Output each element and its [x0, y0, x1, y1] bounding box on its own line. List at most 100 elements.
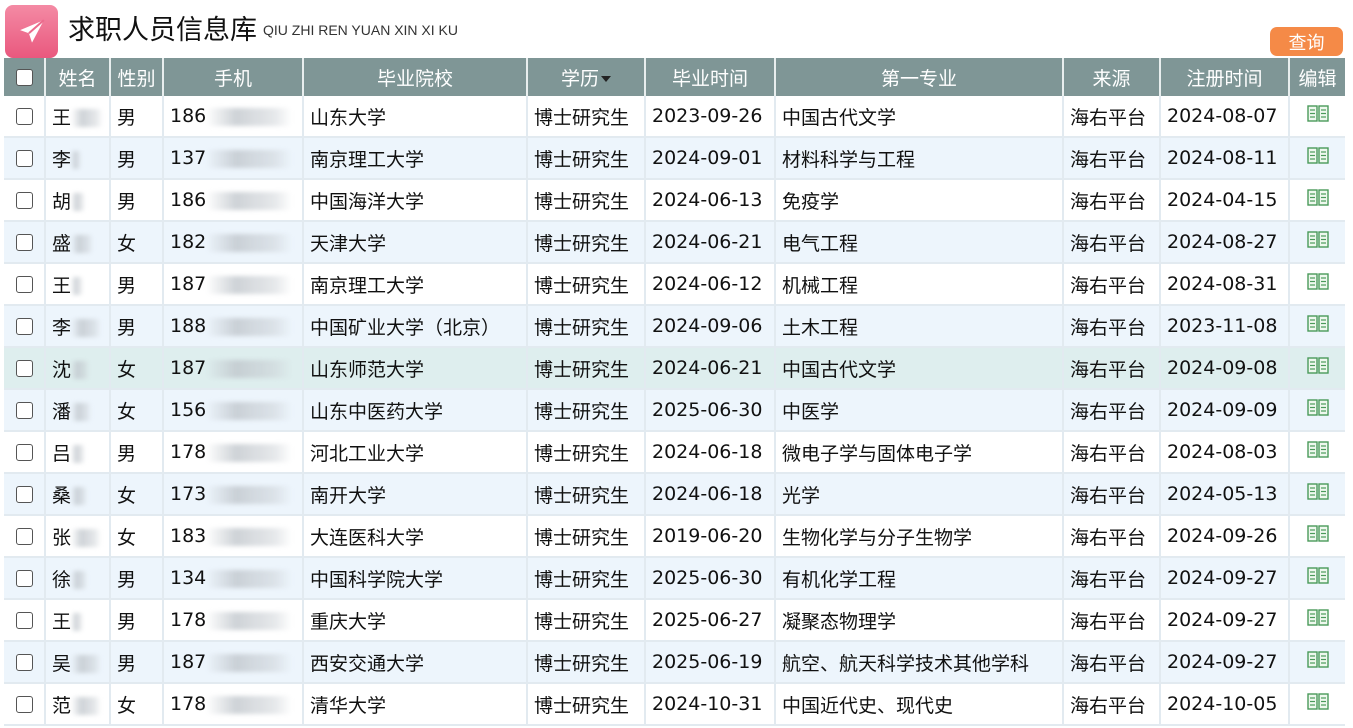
table-row[interactable]: 吴 男 187 西安交通大学 博士研究生 2025-06-19 航空、航天科学技术其他学科海…: [4, 642, 1345, 684]
reg-date-cell: 2024-08-07: [1161, 96, 1290, 138]
table-row[interactable]: 张 女 183 大连医科大学 博士研究生 2019-06-20 生物化学与分子生物学 海右平台…: [4, 516, 1345, 558]
phone-cell: 187: [164, 348, 304, 390]
phone-cell: 188: [164, 306, 304, 348]
table-row[interactable]: 桑 女 173 南开大学 博士研究生 2024-06-18 光学 海右平台 2024-05-13: [4, 474, 1345, 516]
degree-cell: 博士研究生: [528, 264, 646, 306]
grad-date-cell: 2025-06-27: [646, 600, 776, 642]
major-cell: 光学: [776, 474, 1064, 516]
name-cell: 李: [46, 306, 111, 348]
grad-date-cell: 2024-06-13: [646, 180, 776, 222]
book-icon[interactable]: [1306, 441, 1329, 463]
gender-cell: 男: [111, 306, 164, 348]
edit-cell: [1290, 390, 1345, 432]
school-cell: 南开大学: [304, 474, 528, 516]
row-checkbox[interactable]: [15, 486, 33, 503]
edit-cell: [1290, 138, 1345, 180]
row-checkbox[interactable]: [15, 276, 33, 293]
table-row[interactable]: 胡 男 186 中国海洋大学 博士研究生 2024-06-13 免疫学 海右平台 2024-04…: [4, 180, 1345, 222]
book-icon[interactable]: [1306, 525, 1329, 547]
column-header-gender[interactable]: 性别: [111, 58, 164, 96]
degree-cell: 博士研究生: [528, 306, 646, 348]
name-text: 吕: [52, 442, 72, 465]
name-cell: 张: [46, 516, 111, 558]
column-header-name[interactable]: 姓名: [46, 58, 111, 96]
degree-cell: 博士研究生: [528, 138, 646, 180]
table-body: 王男 186 山东大学 博士研究生 2023-09-26 中国古代文学 海右平台 2024-0…: [4, 96, 1345, 726]
book-icon[interactable]: [1306, 609, 1329, 631]
row-checkbox[interactable]: [15, 696, 33, 713]
redacted-name: [71, 361, 90, 379]
table-row[interactable]: 李 男 188 中国矿业大学（北京） 博士研究生 2024-09-06 土木工程 海右平台 20…: [4, 306, 1345, 348]
table-row[interactable]: 李 男 137 南京理工大学 博士研究生 2024-09-01 材料科学与工程 海右平台 202…: [4, 138, 1345, 180]
row-checkbox[interactable]: [15, 150, 33, 167]
row-select-cell: [4, 684, 46, 726]
source-cell: 海右平台: [1064, 264, 1161, 306]
row-checkbox[interactable]: [15, 612, 33, 629]
book-icon[interactable]: [1306, 651, 1329, 673]
table-row[interactable]: 徐 男 134 中国科学院大学 博士研究生 2025-06-30 有机化学工程 海右平台 202…: [4, 558, 1345, 600]
reg-date-cell: 2024-09-08: [1161, 348, 1290, 390]
book-icon[interactable]: [1306, 147, 1329, 169]
redacted-name: [71, 655, 102, 673]
book-icon[interactable]: [1306, 231, 1329, 253]
name-cell: 王: [46, 264, 111, 306]
table-row[interactable]: 王 男 186 山东大学 博士研究生 2023-09-26 中国古代文学 海右平台 2024-0…: [4, 96, 1345, 138]
column-header-degree[interactable]: 学历: [528, 58, 646, 96]
table-row[interactable]: 盛 女 182 天津大学 博士研究生 2024-06-21 电气工程 海右平台 2024-08-…: [4, 222, 1345, 264]
row-checkbox[interactable]: [15, 192, 33, 209]
phone-cell: 173: [164, 474, 304, 516]
page-subtitle: QIU ZHI REN YUAN XIN XI KU: [263, 22, 458, 38]
query-button[interactable]: 查询: [1270, 27, 1343, 56]
book-icon[interactable]: [1306, 357, 1329, 379]
phone-text: 156: [170, 399, 207, 421]
phone-text: 183: [170, 525, 207, 547]
column-header-phone[interactable]: 手机: [164, 58, 304, 96]
table-row[interactable]: 王 男 178 重庆大学 博士研究生 2025-06-27 凝聚态物理学 海右平台 2024-0…: [4, 600, 1345, 642]
gender-cell: 女: [111, 390, 164, 432]
name-text: 王: [52, 274, 72, 297]
table-row[interactable]: 范 女 178 清华大学 博士研究生 2024-10-31 中国近代史、现代史 海右平台 202…: [4, 684, 1345, 726]
table-row[interactable]: 潘 女 156 山东中医药大学 博士研究生 2025-06-30 中医学 海右平台 2024-0…: [4, 390, 1345, 432]
reg-date-cell: 2024-08-27: [1161, 222, 1290, 264]
column-header-grad-date[interactable]: 毕业时间: [646, 58, 776, 96]
edit-cell: [1290, 348, 1345, 390]
row-select-cell: [4, 558, 46, 600]
name-text: 桑: [52, 484, 72, 507]
column-header-major[interactable]: 第一专业: [776, 58, 1064, 96]
book-icon[interactable]: [1306, 105, 1329, 127]
book-icon[interactable]: [1306, 189, 1329, 211]
row-checkbox[interactable]: [15, 654, 33, 671]
edit-cell: [1290, 516, 1345, 558]
table-row[interactable]: 吕 男 178 河北工业大学 博士研究生 2024-06-18 微电子学与固体电子学 海右平台…: [4, 432, 1345, 474]
grad-date-cell: 2024-09-01: [646, 138, 776, 180]
table-row[interactable]: 沈 女 187 山东师范大学 博士研究生 2024-06-21 中国古代文学 海右平台 2024…: [4, 348, 1345, 390]
row-checkbox[interactable]: [15, 360, 33, 377]
row-checkbox[interactable]: [15, 570, 33, 587]
book-icon[interactable]: [1306, 399, 1329, 421]
row-select-cell: [4, 96, 46, 138]
column-header-source[interactable]: 来源: [1064, 58, 1161, 96]
reg-date-cell: 2024-08-11: [1161, 138, 1290, 180]
source-cell: 海右平台: [1064, 306, 1161, 348]
source-cell: 海右平台: [1064, 222, 1161, 264]
book-icon[interactable]: [1306, 567, 1329, 589]
caret-down-icon[interactable]: [601, 76, 611, 82]
row-checkbox[interactable]: [15, 318, 33, 335]
book-icon[interactable]: [1306, 483, 1329, 505]
column-header-school[interactable]: 毕业院校: [304, 58, 528, 96]
reg-date-cell: 2024-08-31: [1161, 264, 1290, 306]
select-all-checkbox[interactable]: [15, 69, 33, 86]
table-row[interactable]: 王 男 187 南京理工大学 博士研究生 2024-06-12 机械工程 海右平台 2024-0…: [4, 264, 1345, 306]
book-icon[interactable]: [1306, 315, 1329, 337]
row-checkbox[interactable]: [15, 108, 33, 125]
degree-cell: 博士研究生: [528, 642, 646, 684]
reg-date-cell: 2024-04-15: [1161, 180, 1290, 222]
column-header-reg-date[interactable]: 注册时间: [1161, 58, 1290, 96]
row-checkbox[interactable]: [15, 402, 33, 419]
book-icon[interactable]: [1306, 693, 1329, 715]
row-checkbox[interactable]: [15, 234, 33, 251]
row-checkbox[interactable]: [15, 444, 33, 461]
book-icon[interactable]: [1306, 273, 1329, 295]
redacted-name: [71, 445, 86, 463]
row-checkbox[interactable]: [15, 528, 33, 545]
